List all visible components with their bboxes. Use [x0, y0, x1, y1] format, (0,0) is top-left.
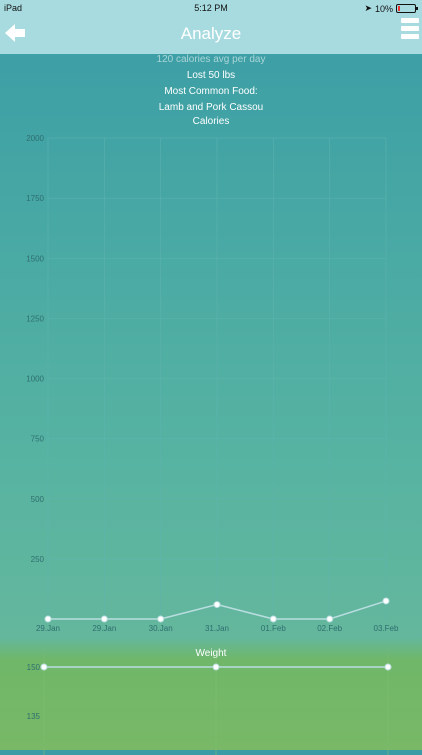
- y-tick-label: 1500: [26, 254, 44, 263]
- y-tick-label: 135: [27, 712, 41, 721]
- menu-button[interactable]: [401, 18, 419, 46]
- y-tick-label: 2000: [26, 134, 44, 143]
- battery-status: ➤ 10%: [364, 3, 418, 14]
- stats-summary: 120 calories avg per day Lost 50 lbs Mos…: [0, 52, 422, 116]
- x-tick-label: 31.Jan: [205, 624, 229, 633]
- common-food-value: Lamb and Pork Cassou: [158, 102, 264, 113]
- avg-calories-text: 120 calories avg per day: [156, 54, 266, 65]
- data-point: [40, 663, 48, 671]
- x-tick-label: 29.Jan: [36, 624, 60, 633]
- data-point: [100, 615, 108, 623]
- x-tick-label: 02.Feb: [317, 624, 342, 633]
- y-tick-label: 1750: [26, 194, 44, 203]
- data-point: [382, 597, 390, 605]
- y-tick-label: 750: [31, 435, 45, 444]
- battery-percent: 10%: [374, 3, 393, 14]
- x-tick-label: 30.Jan: [149, 624, 173, 633]
- x-tick-label: 29.Jan: [92, 624, 116, 633]
- y-tick-label: 500: [31, 495, 45, 504]
- common-food-label: Most Common Food:: [164, 86, 258, 97]
- data-point: [384, 663, 392, 671]
- data-point: [326, 615, 334, 623]
- status-bar: iPad 5:12 PM ➤ 10%: [0, 0, 422, 16]
- y-tick-label: 1250: [26, 314, 44, 323]
- data-point: [44, 615, 52, 623]
- nav-bar: Analyze: [0, 16, 422, 54]
- data-point: [212, 663, 220, 671]
- x-tick-label: 01.Feb: [261, 624, 286, 633]
- clock: 5:12 PM: [194, 3, 228, 13]
- y-tick-label: 150: [27, 663, 41, 672]
- y-tick-label: 250: [31, 555, 45, 564]
- y-tick-label: 1000: [26, 375, 44, 384]
- calories-chart-title: Calories: [192, 116, 230, 127]
- battery-icon: [396, 4, 418, 13]
- page-title: Analyze: [180, 24, 242, 43]
- calories-chart: 2000 1750 1500 1250 1000 750 500 250 29.Jan 29.Ja…: [26, 134, 399, 633]
- data-point: [213, 601, 221, 609]
- hamburger-menu-icon: [401, 18, 419, 39]
- weight-chart: 150 135: [27, 655, 392, 755]
- weight-lost-text: Lost 50 lbs: [186, 70, 236, 81]
- data-point: [269, 615, 277, 623]
- location-icon: ➤: [364, 3, 372, 13]
- x-tick-label: 03.Feb: [374, 624, 399, 633]
- data-point: [157, 615, 165, 623]
